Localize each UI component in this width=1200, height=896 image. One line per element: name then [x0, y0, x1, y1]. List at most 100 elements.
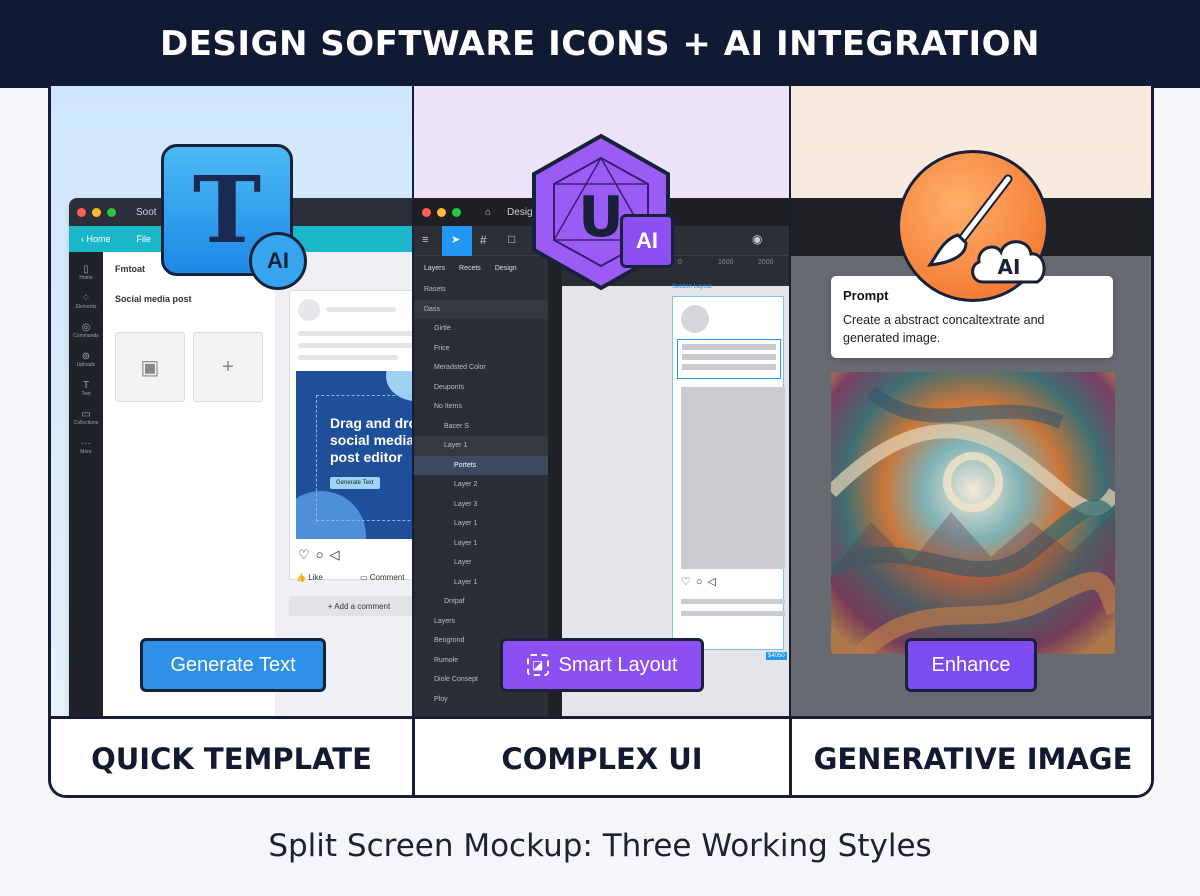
- label-quick-template: QUICK TEMPLATE: [91, 741, 372, 776]
- like-button[interactable]: 👍 Like: [296, 573, 323, 582]
- layer-item-selected[interactable]: Portets: [414, 455, 548, 475]
- layer-item[interactable]: Dass: [414, 299, 548, 319]
- maximize-dot[interactable]: [107, 207, 116, 217]
- select-tool[interactable]: ➤: [442, 226, 472, 256]
- home-icon: ▯: [83, 264, 89, 275]
- panel-quick-template: Soot ‹ Home File ▯ Home ⁘ Elements ◎ Comman…: [51, 86, 413, 716]
- artboard[interactable]: ♡○◁: [672, 296, 785, 650]
- text-line: [298, 355, 398, 360]
- text-line: [682, 354, 776, 360]
- add-comment-button[interactable]: + Add a comment: [289, 596, 413, 616]
- text-line: [682, 364, 776, 370]
- layer-item[interactable]: Meradsted Color: [414, 358, 548, 378]
- generate-text-button[interactable]: Generate Text: [140, 638, 326, 692]
- layer-item[interactable]: Layers: [414, 612, 548, 632]
- horizontal-ruler: 0 1600 2000: [678, 259, 774, 266]
- more-icon: ···: [81, 438, 91, 449]
- side-rail: ▯ Home ⁘ Elements ◎ Commands ⊚ Uploads T Text…: [69, 252, 103, 716]
- post-banner[interactable]: Drag and drop social media post editor G…: [296, 371, 413, 539]
- menu-icon[interactable]: ≡: [422, 234, 428, 246]
- minimize-dot[interactable]: [92, 207, 101, 217]
- frame-label: Section Layout: [672, 284, 712, 290]
- social-post-card[interactable]: Drag and drop social media post editor G…: [289, 290, 413, 582]
- panel-generative-image: Prompt Create a abstract concaltextrate …: [791, 86, 1151, 716]
- plus-icon: +: [222, 355, 234, 378]
- rail-elements[interactable]: ⁘ Elements: [69, 293, 103, 310]
- text-line: [681, 611, 785, 616]
- prompt-text[interactable]: Create a abstract concaltextrate and gen…: [843, 311, 1101, 347]
- reaction-icons[interactable]: ♡○◁: [681, 575, 721, 588]
- layer-item[interactable]: No Items: [414, 397, 548, 417]
- layer-item[interactable]: Deuponts: [414, 378, 548, 398]
- page-title: DESIGN SOFTWARE ICONS + AI INTEGRATION: [159, 24, 1041, 64]
- ai-cloud-icon: AI: [971, 240, 1046, 284]
- image-placeholder: [681, 387, 785, 569]
- panel-complex-ui: ⌂ Desig ≡ ➤ # □ ◉ Layers Recets Design R…: [414, 86, 789, 716]
- text-icon: T: [82, 380, 90, 391]
- minimize-dot[interactable]: [437, 207, 446, 217]
- rail-home[interactable]: ▯ Home: [69, 264, 103, 281]
- layer-item[interactable]: Dntpaf: [414, 592, 548, 612]
- tab-layers[interactable]: Layers: [424, 265, 445, 272]
- rail-text[interactable]: T Text: [69, 380, 103, 397]
- text-line: [681, 599, 785, 604]
- frame-tool-icon[interactable]: #: [480, 233, 487, 247]
- smart-layout-button[interactable]: ◪ Smart Layout: [500, 638, 704, 692]
- ai-cloud-label: AI: [998, 255, 1021, 279]
- layer-item[interactable]: Layer 3: [414, 495, 548, 515]
- layer-item[interactable]: Bacer S: [414, 417, 548, 437]
- avatar: [681, 305, 709, 333]
- layer-item[interactable]: Ploy: [414, 690, 548, 710]
- layer-item[interactable]: Layer 1: [414, 534, 548, 554]
- maximize-dot[interactable]: [452, 207, 461, 217]
- reaction-icons[interactable]: ♡○◁: [298, 547, 346, 563]
- layer-item[interactable]: Layer 1: [414, 514, 548, 534]
- add-template-tile[interactable]: +: [193, 332, 263, 402]
- generated-image[interactable]: [831, 372, 1115, 654]
- comment-button[interactable]: ▭ Comment: [360, 573, 404, 582]
- cursor-icon: ➤: [451, 234, 461, 246]
- window-tab[interactable]: Soot: [136, 207, 157, 218]
- label-generative-image: GENERATIVE IMAGE: [813, 741, 1133, 776]
- image-placeholder-tile[interactable]: ▣: [115, 332, 185, 402]
- layer-item[interactable]: Frice: [414, 339, 548, 359]
- size-badge: $4050: [766, 652, 787, 660]
- tab-recents[interactable]: Recets: [459, 265, 481, 272]
- text-line: [298, 331, 413, 336]
- layer-item[interactable]: Layer 2: [414, 475, 548, 495]
- tab-design[interactable]: Design: [495, 265, 517, 272]
- label-divider: [412, 719, 415, 795]
- shape-tool-icon[interactable]: □: [508, 232, 515, 246]
- template-title: Social media post: [115, 294, 192, 304]
- nav-file[interactable]: File: [137, 234, 152, 244]
- panel-labels: QUICK TEMPLATE COMPLEX UI GENERATIVE IMA…: [51, 716, 1151, 795]
- rail-commands[interactable]: ◎ Commands: [69, 322, 103, 339]
- enhance-button[interactable]: Enhance: [905, 638, 1037, 692]
- label-divider: [789, 719, 792, 795]
- folder-icon: ▭: [81, 409, 91, 420]
- layer-item[interactable]: Layer: [414, 553, 548, 573]
- elements-icon: ⁘: [81, 293, 91, 304]
- avatar: [298, 299, 320, 321]
- split-screen-frame: Soot ‹ Home File ▯ Home ⁘ Elements ◎ Comman…: [48, 86, 1154, 798]
- layer-item[interactable]: Girtle: [414, 319, 548, 339]
- theme-icon[interactable]: ◉: [752, 232, 762, 246]
- selection-box[interactable]: [677, 339, 781, 379]
- banner-text: Drag and drop social media post editor: [330, 415, 413, 465]
- nav-home[interactable]: ‹ Home: [81, 234, 111, 244]
- layout-icon: ◪: [526, 654, 549, 676]
- rail-collections[interactable]: ▭ Collections: [69, 409, 103, 426]
- layer-item[interactable]: Layer 1: [414, 573, 548, 593]
- close-dot[interactable]: [77, 207, 86, 217]
- upload-icon: ⊚: [81, 351, 91, 362]
- layer-item[interactable]: Layer 1: [414, 436, 548, 456]
- rail-more[interactable]: ··· More: [69, 438, 103, 455]
- home-icon[interactable]: ⌂: [485, 207, 491, 218]
- banner-generate-button[interactable]: Generate Text: [330, 477, 380, 489]
- rail-uploads[interactable]: ⊚ Uploads: [69, 351, 103, 368]
- text-line: [682, 344, 776, 350]
- close-dot[interactable]: [422, 207, 431, 217]
- ai-gear-icon: AI: [249, 232, 307, 290]
- svg-text:U: U: [578, 185, 623, 250]
- text-line: [326, 307, 396, 312]
